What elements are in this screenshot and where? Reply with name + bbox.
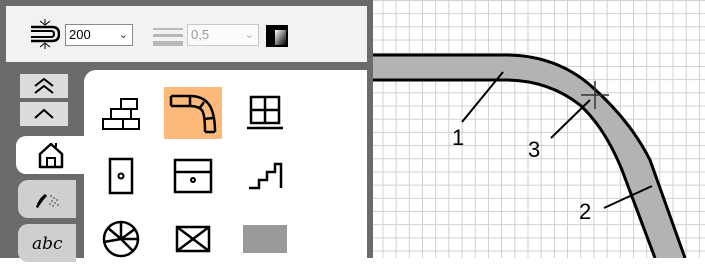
line-width-value: 0,5 — [191, 27, 210, 42]
house-icon — [38, 142, 64, 169]
scroll-up-fast-button[interactable] — [20, 74, 68, 98]
palette-item-brick-wall[interactable] — [92, 87, 150, 139]
callout-3-label: 3 — [528, 137, 540, 162]
scroll-up-button[interactable] — [20, 102, 68, 126]
chevron-down-icon: ⌄ — [118, 29, 128, 41]
wall-thickness-icon — [31, 19, 60, 49]
palette-item-window[interactable] — [236, 87, 294, 139]
callout-2-label: 2 — [579, 199, 591, 224]
chevron-down-icon: ⌄ — [244, 29, 254, 41]
curved-wall-icon — [169, 94, 217, 134]
handwriting-text-icon: abc — [32, 234, 63, 254]
spiral-stairs-icon — [102, 220, 140, 258]
svg-text:abc: abc — [32, 234, 63, 254]
line-width-icon — [153, 28, 183, 46]
wall-thickness-value: 200 — [69, 27, 91, 42]
line-width-select[interactable]: 0,5 ⌄ — [187, 24, 259, 46]
pen-spray-icon — [36, 194, 59, 208]
element-palette — [84, 70, 367, 258]
tab-building[interactable] — [16, 136, 86, 174]
category-tabs: abc — [14, 70, 86, 262]
palette-item-door[interactable] — [92, 150, 150, 202]
fill-gradient-icon[interactable] — [266, 25, 288, 47]
palette-item-opening[interactable] — [164, 213, 222, 265]
door-icon — [108, 157, 134, 195]
window-icon — [247, 95, 283, 130]
callout-1-label: 1 — [452, 125, 464, 150]
brick-wall-icon — [102, 98, 140, 130]
cabinet-icon — [173, 158, 213, 194]
properties-toolbar: 200 ⌄ 0,5 ⌄ — [6, 6, 367, 62]
chevron-up-icon — [34, 108, 54, 119]
gray-rectangle-icon — [243, 225, 287, 253]
callout-3-leader — [550, 99, 591, 139]
palette-item-curved-wall[interactable] — [164, 87, 222, 139]
stairs-icon — [249, 162, 283, 190]
palette-item-stairs[interactable] — [236, 150, 294, 202]
tab-drawing-tools[interactable] — [18, 180, 76, 218]
palette-item-spiral-stairs[interactable] — [92, 213, 150, 265]
wall-thickness-select[interactable]: 200 ⌄ — [65, 24, 133, 46]
palette-item-gray-rectangle[interactable] — [236, 213, 294, 265]
palette-item-cabinet[interactable] — [164, 150, 222, 202]
double-chevron-up-icon — [34, 77, 54, 94]
tool-panel: 200 ⌄ 0,5 ⌄ abc — [0, 0, 373, 262]
opening-icon — [175, 225, 211, 253]
tab-text[interactable]: abc — [18, 224, 76, 262]
